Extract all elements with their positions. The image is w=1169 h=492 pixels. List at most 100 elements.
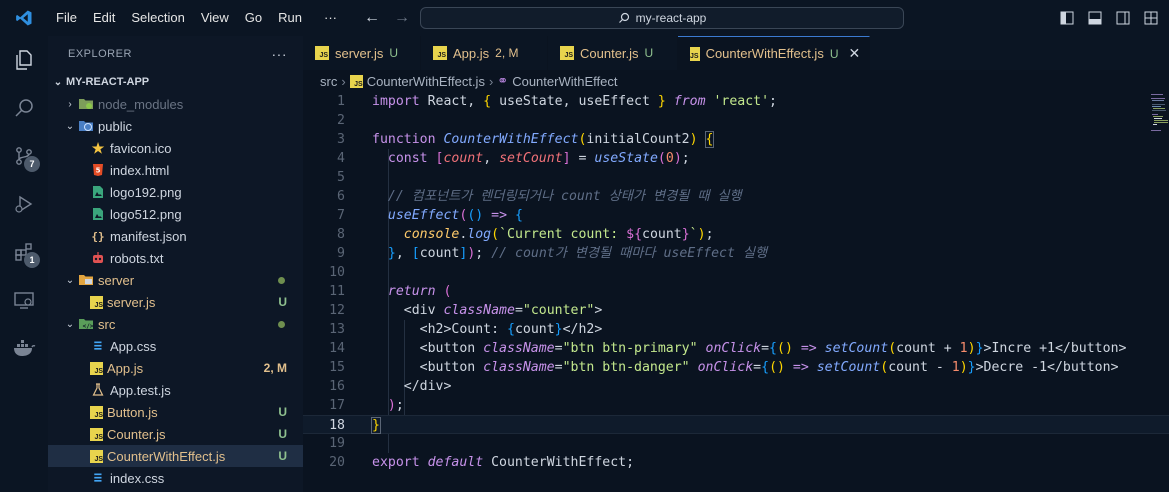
forward-arrow-icon[interactable]: → [392, 8, 412, 28]
folder-public-icon [78, 118, 94, 134]
vscode-logo-icon[interactable] [0, 0, 48, 36]
tab-status: U [389, 46, 399, 60]
explorer-more-button[interactable]: ··· [272, 46, 288, 62]
git-status: U [278, 295, 287, 309]
minimap[interactable] [1150, 92, 1168, 142]
breadcrumb-symbol[interactable]: CounterWithEffect [512, 74, 617, 89]
run-debug-icon[interactable] [0, 180, 48, 228]
source-control-icon[interactable]: 7 [0, 132, 48, 180]
back-arrow-icon[interactable]: ← [362, 8, 382, 28]
breadcrumb-file[interactable]: CounterWithEffect.js [367, 74, 485, 89]
tree-item-server-js[interactable]: JS server.js U [48, 291, 303, 313]
line-number: 13 [329, 322, 345, 337]
tree-item-label: src [98, 316, 116, 332]
js-file-icon: JS [433, 46, 447, 60]
command-center-search[interactable]: my-react-app [420, 7, 904, 29]
tree-item-label: CounterWithEffect.js [107, 448, 226, 464]
extensions-icon[interactable]: 1 [0, 228, 48, 276]
breadcrumb: src › JS CounterWithEffect.js › ⚭ Counte… [303, 70, 1169, 92]
chevron-down-icon: ⌄ [53, 76, 63, 88]
activity-bar: 7 1 [0, 36, 48, 492]
symbol-function-icon: ⚭ [497, 73, 509, 88]
tree-item-app-js[interactable]: JS App.js 2, M [48, 357, 303, 379]
tree-item-label: Counter.js [107, 426, 166, 442]
line-number: 15 [329, 360, 345, 375]
menu-run[interactable]: Run [270, 0, 310, 36]
tree-item-label: manifest.json [110, 228, 187, 244]
code-line: 20 export default CounterWithEffect; [303, 453, 1169, 472]
menu-more[interactable]: ··· [310, 0, 345, 36]
search-icon[interactable] [0, 84, 48, 132]
tree-item-robots[interactable]: robots.txt [48, 247, 303, 269]
tree-item-public[interactable]: ⌄ public [48, 115, 303, 137]
close-icon[interactable]: ✕ [849, 45, 861, 62]
chevron-right-icon: › [341, 73, 346, 89]
nav-arrows: ← → [362, 0, 412, 36]
tab-app-js[interactable]: JS App.js 2, M [421, 36, 548, 70]
menu-bar: File Edit Selection View Go Run ··· [48, 0, 345, 36]
tab-status: U [644, 46, 654, 60]
tab-server-js[interactable]: JS server.js U [303, 36, 421, 70]
line-number: 17 [329, 398, 345, 413]
tree-item-logo192[interactable]: logo192.png [48, 181, 303, 203]
tree-item-src-folder[interactable]: ⌄ </> src [48, 313, 303, 335]
toggle-secondary-sidebar-icon[interactable] [1115, 10, 1131, 26]
docker-icon[interactable] [0, 324, 48, 372]
chevron-down-icon: ⌄ [65, 274, 75, 286]
code-line: 9 }, [count]); // count가 변경될 때마다 useEffe… [303, 244, 1169, 263]
line-number: 20 [329, 455, 345, 470]
workspace-root[interactable]: ⌄ MY-REACT-APP [48, 71, 303, 93]
tree-item-label: server [98, 272, 135, 288]
tree-item-manifest[interactable]: {} manifest.json [48, 225, 303, 247]
code-line: 8 console.log(`Current count: ${count}`)… [303, 225, 1169, 244]
tree-item-node-modules[interactable]: › node_modules [48, 93, 303, 115]
menu-view[interactable]: View [193, 0, 237, 36]
breadcrumb-folder[interactable]: src [320, 74, 337, 89]
toggle-primary-sidebar-icon[interactable] [1059, 10, 1075, 26]
line-number: 14 [329, 341, 345, 356]
line-number: 10 [329, 265, 345, 280]
tab-counterwitheffect-js[interactable]: JS CounterWithEffect.js U ✕ [678, 36, 870, 70]
tree-item-server-folder[interactable]: ⌄ server [48, 269, 303, 291]
tree-item-label: index.html [110, 162, 170, 178]
remote-explorer-icon[interactable] [0, 276, 48, 324]
line-number: 2 [337, 113, 345, 128]
tree-item-app-test[interactable]: App.test.js [48, 379, 303, 401]
menu-edit[interactable]: Edit [85, 0, 123, 36]
tree-item-counterwitheffect-js[interactable]: JS CounterWithEffect.js U [48, 445, 303, 467]
explorer-icon[interactable] [0, 36, 48, 84]
tree-item-app-css[interactable]: ≡ App.css [48, 335, 303, 357]
css-file-icon: ≡ [93, 338, 103, 354]
tab-counter-js[interactable]: JS Counter.js U [548, 36, 678, 70]
star-icon: ★ [91, 139, 105, 156]
line-number: 9 [337, 246, 345, 261]
tree-item-button-js[interactable]: JS Button.js U [48, 401, 303, 423]
tree-item-index-css[interactable]: ≡ index.css [48, 467, 303, 489]
tree-item-index-html[interactable]: 5 index.html [48, 159, 303, 181]
tree-item-label: logo512.png [110, 206, 182, 222]
tree-item-label: public [98, 118, 132, 134]
html-file-icon: 5 [90, 162, 106, 178]
code-line: 15 <button className="btn btn-danger" on… [303, 358, 1169, 377]
menu-go[interactable]: Go [237, 0, 270, 36]
chevron-right-icon: › [488, 73, 494, 89]
tree-item-label: index.css [110, 470, 165, 486]
js-file-icon: JS [315, 46, 329, 60]
tree-item-logo512[interactable]: logo512.png [48, 203, 303, 225]
code-line: 5 [303, 168, 1169, 187]
tab-label: Counter.js [580, 45, 639, 61]
menu-file[interactable]: File [48, 0, 85, 36]
tree-item-label: Button.js [107, 404, 158, 420]
css-file-icon: ≡ [93, 470, 103, 486]
tree-item-favicon[interactable]: ★ favicon.ico [48, 137, 303, 159]
code-line: 1 import React, { useState, useEffect } f… [303, 92, 1169, 111]
tree-item-counter-js[interactable]: JS Counter.js U [48, 423, 303, 445]
tree-item-label: App.css [110, 338, 157, 354]
line-number: 18 [329, 418, 345, 433]
toggle-panel-icon[interactable] [1087, 10, 1103, 26]
customize-layout-icon[interactable] [1143, 10, 1159, 26]
code-editor[interactable]: 1 import React, { useState, useEffect } f… [303, 92, 1169, 492]
tab-label: App.js [453, 45, 490, 61]
line-number: 3 [337, 132, 345, 147]
menu-selection[interactable]: Selection [123, 0, 192, 36]
